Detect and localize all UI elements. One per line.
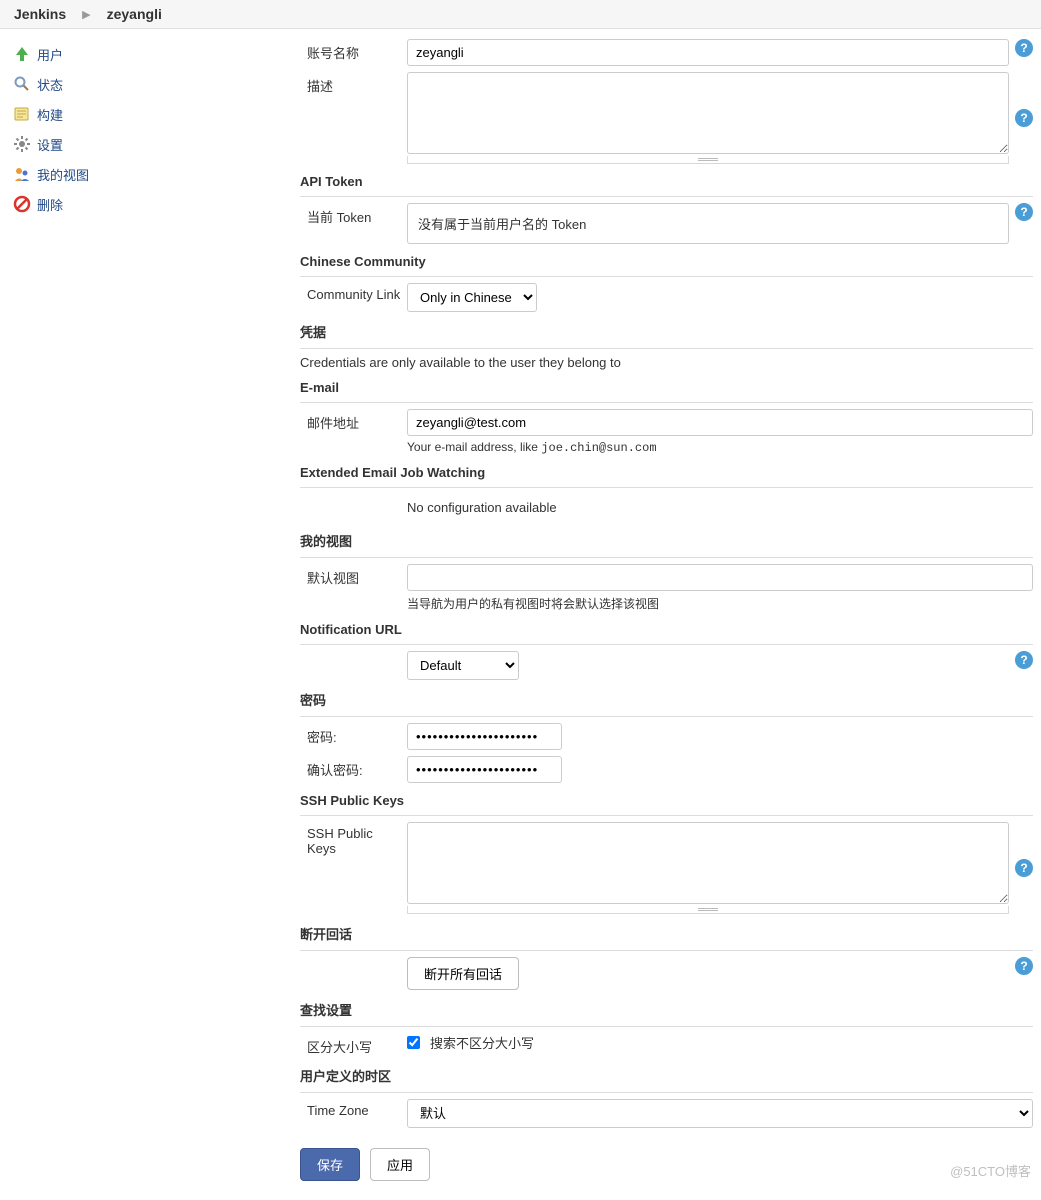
api-token-title: API Token — [300, 174, 1033, 190]
sidebar-item-status[interactable]: 状态 — [0, 69, 300, 99]
credentials-text: Credentials are only available to the us… — [300, 355, 1033, 370]
breadcrumb-user[interactable]: zeyangli — [107, 6, 162, 22]
case-insensitive-checkbox[interactable] — [407, 1036, 420, 1049]
confirm-password-label: 确认密码: — [300, 756, 407, 779]
timezone-label: Time Zone — [300, 1099, 407, 1118]
sidebar-item-delete[interactable]: 删除 — [0, 189, 300, 219]
password-label: 密码: — [300, 723, 407, 746]
password-input[interactable] — [407, 723, 562, 750]
chevron-right-icon: ▶ — [82, 8, 90, 21]
credentials-title: 凭据 — [300, 322, 1033, 342]
email-input[interactable] — [407, 409, 1033, 436]
timezone-select[interactable]: 默认 — [407, 1099, 1033, 1128]
help-icon[interactable]: ? — [1015, 203, 1033, 221]
sidebar-item-builds[interactable]: 构建 — [0, 99, 300, 129]
email-title: E-mail — [300, 380, 1033, 396]
delete-icon — [12, 194, 32, 214]
sidebar-item-label: 删除 — [37, 195, 63, 214]
ssh-textarea[interactable] — [407, 822, 1009, 904]
watermark: @51CTO博客 — [950, 1161, 1031, 1180]
account-name-label: 账号名称 — [300, 39, 407, 62]
sidebar-item-user[interactable]: 用户 — [0, 39, 300, 69]
sidebar-item-label: 状态 — [37, 75, 63, 94]
people-icon — [12, 164, 32, 184]
default-view-hint: 当导航为用户的私有视图时将会默认选择该视图 — [407, 595, 1033, 612]
sidebar-item-label: 我的视图 — [37, 165, 89, 184]
help-icon[interactable]: ? — [1015, 651, 1033, 669]
confirm-password-input[interactable] — [407, 756, 562, 783]
case-sensitivity-label: 区分大小写 — [300, 1033, 407, 1056]
community-link-label: Community Link — [300, 283, 407, 302]
ssh-title: SSH Public Keys — [300, 793, 1033, 809]
sidebar-item-my-views[interactable]: 我的视图 — [0, 159, 300, 189]
help-icon[interactable]: ? — [1015, 859, 1033, 877]
sidebar: 用户 状态 构建 设置 我的视图 删除 — [0, 29, 300, 1200]
my-views-title: 我的视图 — [300, 531, 1033, 551]
current-token-text: 没有属于当前用户名的 Token — [407, 203, 1009, 244]
up-arrow-icon — [12, 44, 32, 64]
extended-email-title: Extended Email Job Watching — [300, 465, 1033, 481]
sidebar-item-label: 构建 — [37, 105, 63, 124]
current-token-label: 当前 Token — [300, 203, 407, 226]
notification-url-select[interactable]: Default — [407, 651, 519, 680]
ssh-label: SSH Public Keys — [300, 822, 407, 856]
breadcrumb: Jenkins ▶ zeyangli — [0, 0, 1041, 29]
chinese-community-title: Chinese Community — [300, 254, 1033, 270]
email-hint: Your e-mail address, like joe.chin@sun.c… — [407, 440, 1033, 455]
help-icon[interactable]: ? — [1015, 109, 1033, 127]
case-insensitive-text: 搜索不区分大小写 — [430, 1033, 534, 1052]
description-label: 描述 — [300, 72, 407, 95]
apply-button[interactable]: 应用 — [370, 1148, 430, 1181]
default-view-label: 默认视图 — [300, 564, 407, 587]
sidebar-item-label: 用户 — [37, 45, 63, 64]
main-form: 账号名称 ? 描述 ? API Token 当前 Token 没有属于当前用户名… — [300, 29, 1041, 1200]
account-name-input[interactable] — [407, 39, 1009, 66]
extended-email-text: No configuration available — [407, 500, 557, 515]
gear-icon — [12, 134, 32, 154]
breadcrumb-root[interactable]: Jenkins — [14, 6, 66, 22]
timezone-title: 用户定义的时区 — [300, 1066, 1033, 1086]
resize-handle-icon[interactable] — [407, 156, 1009, 164]
email-label: 邮件地址 — [300, 409, 407, 432]
default-view-input[interactable] — [407, 564, 1033, 591]
save-button[interactable]: 保存 — [300, 1148, 360, 1181]
disconnect-all-button[interactable]: 断开所有回话 — [407, 957, 519, 990]
help-icon[interactable]: ? — [1015, 957, 1033, 975]
description-textarea[interactable] — [407, 72, 1009, 154]
notification-url-title: Notification URL — [300, 622, 1033, 638]
sidebar-item-label: 设置 — [37, 135, 63, 154]
notepad-icon — [12, 104, 32, 124]
help-icon[interactable]: ? — [1015, 39, 1033, 57]
resize-handle-icon[interactable] — [407, 906, 1009, 914]
community-link-select[interactable]: Only in Chinese — [407, 283, 537, 312]
sidebar-item-configure[interactable]: 设置 — [0, 129, 300, 159]
search-icon — [12, 74, 32, 94]
password-title: 密码 — [300, 690, 1033, 710]
search-settings-title: 查找设置 — [300, 1000, 1033, 1020]
disconnect-title: 断开回话 — [300, 924, 1033, 944]
